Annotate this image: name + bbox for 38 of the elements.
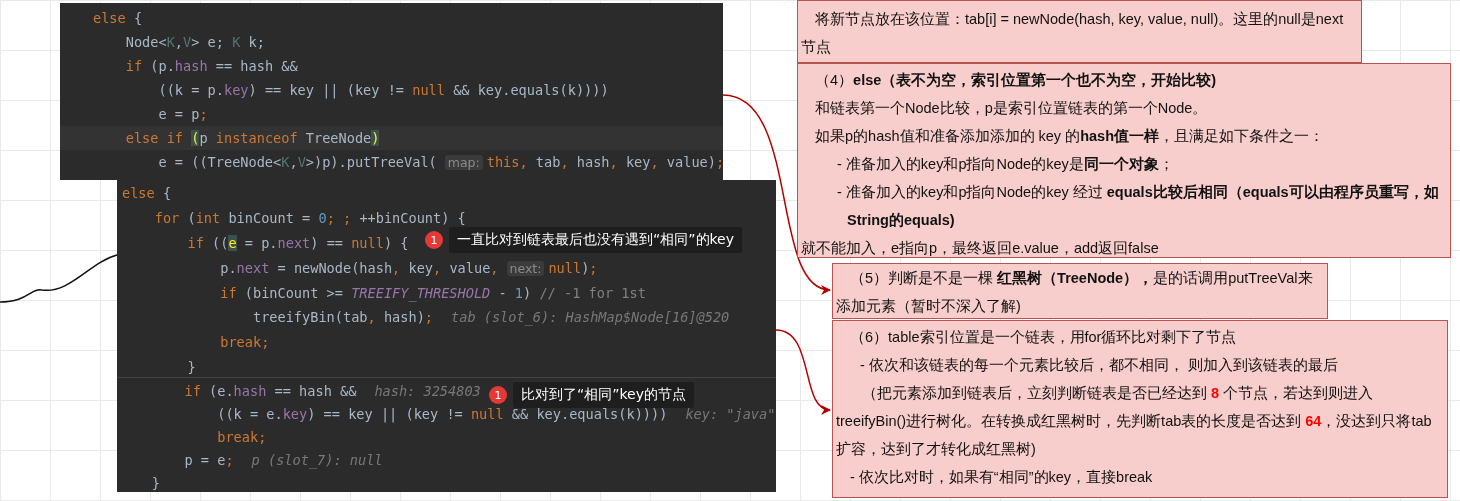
code-line: Node<K,V> e; K k; bbox=[124, 34, 265, 50]
note-text: （5）判断是不是一棵 红黑树（TreeNode），是的话调用putTreeVal来添加元素（暂时不深入了解) bbox=[836, 269, 1314, 316]
code-line: ((k = e.key) == key || (key != null && key.equals(k)))) bbox=[216, 405, 668, 422]
code-line: else { bbox=[93, 10, 143, 26]
inline-debug-value: hash: 3254803 bbox=[374, 382, 481, 399]
count-badge: 1 bbox=[425, 231, 443, 249]
code-line: if (binCount >= TREEIFY_THRESHOLD - 1) // -1 for 1st bbox=[219, 284, 646, 301]
note-text: - 准备加入的key和p指向Node的key 经过 equals比较后相同（equals可以由程序员重写，如String的equals) bbox=[836, 183, 1440, 230]
code-line: } bbox=[150, 474, 160, 491]
note-text: （6）table索引位置是一个链表，用for循环比对剩下了节点 bbox=[849, 328, 1238, 347]
tooltip: 一直比对到链表最后也没有遇到“相同”的key bbox=[449, 227, 742, 253]
code-line: e = ((TreeNode<K,V>)p).putTreeVal( map: this, tab, hash, key, value); bbox=[157, 154, 725, 170]
code-line: if (e.hash == hash && bbox=[183, 382, 357, 399]
note-text: 和链表第一个Node比较，p是索引位置链表的第一个Node。 bbox=[814, 99, 1209, 118]
note-text: （把元素添加到链表后，立刻判断链表是否已经达到 8 个节点，若达到则进入treeifyBin()进行树化。在转换成红黑树时，先判断tab表的长度是否达到 64，没达到只将tab扩容，达到了才转化成红黑树) bbox=[836, 384, 1433, 459]
code-line: ((k = p.key) == key || (key != null && key.equals(k)))) bbox=[157, 82, 609, 98]
inline-debug-value: p (slot_7): null bbox=[251, 451, 383, 468]
note-text: - 依次和该链表的每一个元素比较后，都不相同， 则加入到该链表的最后 bbox=[859, 356, 1339, 375]
inline-debug-value: tab (slot_6): HashMap$Node[16]@520 bbox=[451, 309, 730, 326]
count-badge: 1 bbox=[489, 386, 507, 404]
code-line: p.next = newNode(hash, key, value, next: null); bbox=[219, 259, 598, 276]
code-line: break; bbox=[216, 428, 267, 445]
code-line: p = e; bbox=[183, 451, 234, 468]
code-line: if ((e = p.next) == null) { bbox=[186, 235, 409, 251]
note-text: - 依次比对时，如果有“相同”的key，直接break bbox=[849, 468, 1154, 487]
code-line: for (int binCount = 0; ; ++binCount) { bbox=[153, 210, 466, 227]
tooltip: 比对到了“相同”key的节点 bbox=[513, 382, 694, 408]
code-line: } bbox=[186, 358, 196, 375]
inline-debug-value: key: "java" bbox=[685, 405, 776, 422]
code-line: break; bbox=[219, 334, 270, 351]
code-line: e = p; bbox=[157, 106, 208, 122]
note-text: 如果p的hash值和准备添加添加的 key 的hash值一样，且满足如下条件之一： bbox=[814, 127, 1325, 146]
note-text: 就不能加入，e指向p，最终返回e.value，add返回false bbox=[801, 239, 1160, 258]
code-line: else { bbox=[122, 185, 172, 202]
code-line: if (p.hash == hash && bbox=[124, 58, 298, 74]
note-text: - 准备加入的key和p指向Node的key是同一个对象； bbox=[836, 155, 1175, 174]
code-line: treeifyBin(tab, hash); bbox=[251, 309, 433, 326]
note-text: （4）else（表不为空，索引位置第一个也不为空，开始比较) bbox=[814, 71, 1218, 90]
